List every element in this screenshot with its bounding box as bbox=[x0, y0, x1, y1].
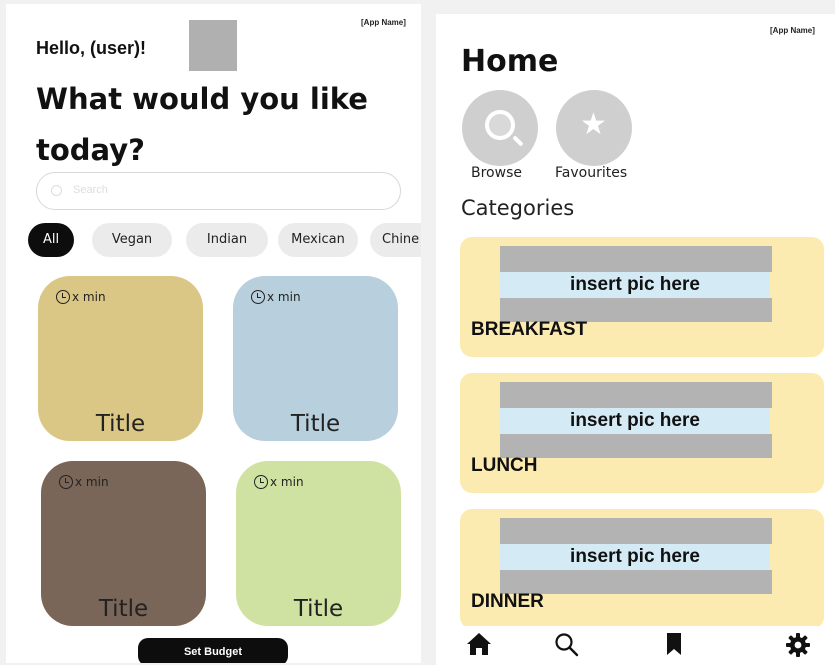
category-card-dinner[interactable]: insert pic here DINNER bbox=[460, 509, 824, 629]
avatar-placeholder bbox=[189, 20, 237, 71]
home-screen: [App Name] Home Browse ★ Favourites Cate… bbox=[436, 14, 835, 665]
category-name: BREAKFAST bbox=[471, 319, 588, 340]
image-placeholder-label: insert pic here bbox=[500, 408, 770, 434]
filter-chip-all[interactable]: All bbox=[28, 223, 74, 257]
recipe-card[interactable]: x min Title bbox=[41, 461, 206, 626]
browse-button[interactable] bbox=[462, 90, 538, 166]
filter-chip-indian[interactable]: Indian bbox=[186, 223, 268, 257]
settings-icon bbox=[786, 633, 810, 657]
app-name: [App Name] bbox=[770, 26, 815, 35]
browse-label: Browse bbox=[471, 165, 522, 181]
cook-time: x min bbox=[254, 475, 304, 489]
home-icon bbox=[467, 633, 491, 655]
page-heading: What would you like today? bbox=[36, 82, 368, 167]
recipe-card[interactable]: x min Title bbox=[38, 276, 203, 441]
recipe-card[interactable]: x min Title bbox=[233, 276, 398, 441]
search-placeholder: Search bbox=[73, 184, 108, 196]
cook-time: x min bbox=[59, 475, 109, 489]
category-card-breakfast[interactable]: insert pic here BREAKFAST bbox=[460, 237, 824, 357]
recipe-title: Title bbox=[95, 411, 146, 437]
set-budget-button[interactable]: Set Budget bbox=[138, 638, 288, 663]
recipe-title: Title bbox=[293, 596, 344, 622]
clock-icon bbox=[251, 290, 265, 304]
recipe-title: Title bbox=[98, 596, 149, 622]
page-title: Home bbox=[461, 44, 559, 79]
cook-time-label: x min bbox=[75, 475, 109, 489]
recipe-title: Title bbox=[290, 411, 341, 437]
tab-saved[interactable] bbox=[665, 632, 695, 660]
clock-icon bbox=[59, 475, 73, 489]
tab-bar bbox=[436, 626, 835, 665]
image-placeholder bbox=[500, 382, 772, 408]
filter-chip-vegan[interactable]: Vegan bbox=[92, 223, 172, 257]
star-icon: ★ bbox=[580, 107, 607, 142]
image-placeholder bbox=[500, 434, 772, 458]
cook-time-label: x min bbox=[267, 290, 301, 304]
clock-icon bbox=[56, 290, 70, 304]
greeting-text: Hello, (user)! bbox=[36, 38, 147, 58]
search-icon bbox=[485, 110, 515, 140]
filter-chip-mexican[interactable]: Mexican bbox=[278, 223, 358, 257]
cook-time: x min bbox=[251, 290, 301, 304]
search-icon bbox=[555, 633, 579, 657]
favourites-button[interactable]: ★ bbox=[556, 90, 632, 166]
image-placeholder-label: insert pic here bbox=[500, 272, 770, 298]
recipe-card[interactable]: x min Title bbox=[236, 461, 401, 626]
app-name: [App Name] bbox=[361, 18, 406, 27]
clock-icon bbox=[254, 475, 268, 489]
cook-time: x min bbox=[56, 290, 106, 304]
filter-chip-chinese[interactable]: Chine bbox=[370, 223, 421, 257]
search-input[interactable]: Search bbox=[36, 172, 401, 210]
tab-settings[interactable] bbox=[785, 632, 815, 660]
cook-time-label: x min bbox=[72, 290, 106, 304]
category-name: LUNCH bbox=[471, 455, 538, 476]
category-name: DINNER bbox=[471, 591, 544, 612]
bookmark-icon bbox=[667, 633, 681, 655]
categories-heading: Categories bbox=[461, 196, 575, 220]
search-icon bbox=[51, 185, 62, 196]
category-card-lunch[interactable]: insert pic here LUNCH bbox=[460, 373, 824, 493]
favourites-label: Favourites bbox=[555, 165, 628, 181]
recipe-browse-screen: [App Name] Hello, (user)! What would you… bbox=[6, 4, 421, 663]
image-placeholder bbox=[500, 246, 772, 272]
tab-home[interactable] bbox=[466, 632, 496, 660]
cook-time-label: x min bbox=[270, 475, 304, 489]
tab-search[interactable] bbox=[554, 632, 584, 660]
image-placeholder bbox=[500, 518, 772, 544]
image-placeholder-label: insert pic here bbox=[500, 544, 770, 570]
